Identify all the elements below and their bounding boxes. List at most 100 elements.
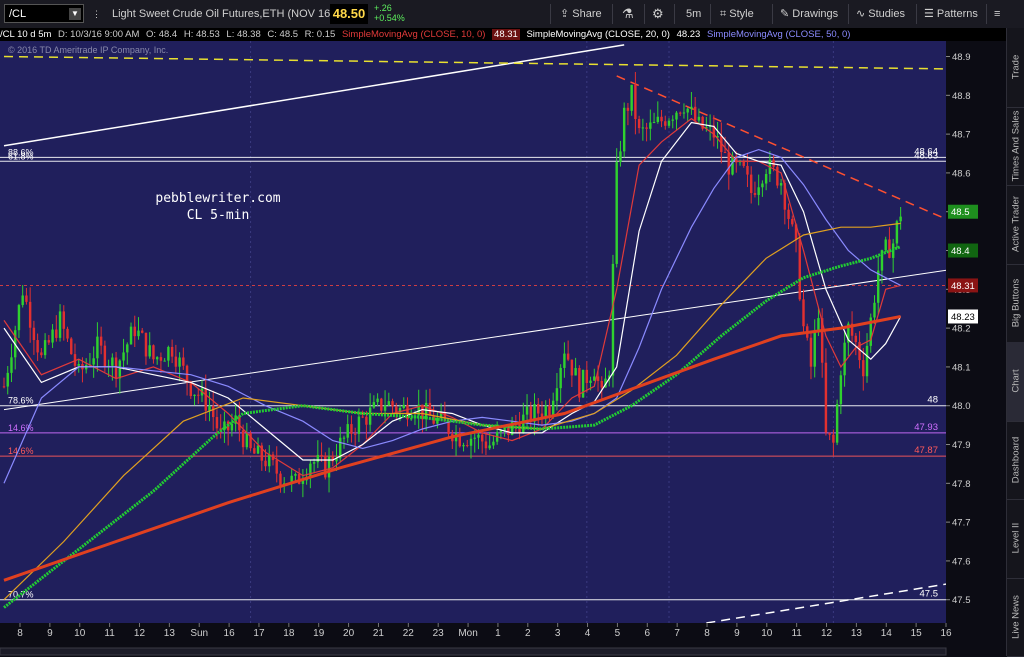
flask-icon[interactable]: ⚗ bbox=[622, 0, 634, 28]
candle-body bbox=[899, 217, 901, 222]
symbol-description: Light Sweet Crude Oil Futures,ETH (NOV 1… bbox=[112, 0, 334, 28]
gear-icon[interactable]: ⚙ bbox=[652, 0, 664, 28]
candle-body bbox=[346, 424, 348, 438]
candle-body bbox=[21, 295, 23, 305]
candle-body bbox=[825, 363, 827, 433]
candle-body bbox=[253, 448, 255, 453]
candle-body bbox=[743, 161, 745, 166]
candle-body bbox=[548, 406, 550, 416]
side-tab-big-buttons[interactable]: Big Buttons bbox=[1007, 264, 1024, 344]
candle-body bbox=[216, 417, 218, 428]
candle-body bbox=[761, 184, 763, 188]
drawings-button[interactable]: ✎ Drawings bbox=[780, 0, 838, 28]
candle-body bbox=[757, 187, 759, 195]
candle-body bbox=[175, 357, 177, 367]
time-axis-label: 1 bbox=[495, 628, 501, 639]
candle-body bbox=[309, 464, 311, 477]
candle-body bbox=[586, 370, 588, 383]
time-axis-label: 9 bbox=[734, 628, 740, 639]
side-tab-trade[interactable]: Trade bbox=[1007, 28, 1024, 108]
candle-body bbox=[134, 327, 136, 337]
candle-body bbox=[92, 358, 94, 364]
sma20-label[interactable]: SimpleMovingAvg (CLOSE, 20, 0) bbox=[526, 29, 669, 40]
style-icon: ⌗ bbox=[720, 8, 729, 20]
candle-body bbox=[343, 438, 345, 439]
studies-icon: ∿ bbox=[856, 8, 868, 20]
candle-body bbox=[537, 404, 539, 414]
candle-body bbox=[615, 162, 617, 264]
candle-body bbox=[799, 240, 801, 300]
candle-body bbox=[884, 239, 886, 250]
candle-body bbox=[231, 424, 233, 431]
time-axis-label: 13 bbox=[164, 628, 176, 639]
side-tab-times-and-sales[interactable]: Times And Sales bbox=[1007, 107, 1024, 187]
candle-body bbox=[485, 441, 487, 448]
candle-body bbox=[612, 264, 614, 376]
candle-body bbox=[18, 305, 20, 330]
style-button[interactable]: ⌗ Style bbox=[720, 0, 754, 28]
time-axis-label: 11 bbox=[104, 628, 115, 639]
candle-body bbox=[679, 113, 681, 114]
candle-body bbox=[130, 327, 132, 345]
candle-body bbox=[873, 303, 875, 318]
time-axis-label: 3 bbox=[555, 628, 561, 639]
sma50-label[interactable]: SimpleMovingAvg (CLOSE, 50, 0) bbox=[707, 29, 850, 40]
candle-body bbox=[653, 122, 655, 123]
candle-body bbox=[48, 340, 50, 342]
candle-body bbox=[350, 424, 352, 434]
candle-body bbox=[559, 368, 561, 388]
horizontal-scrollbar[interactable] bbox=[0, 648, 946, 655]
candle-body bbox=[477, 435, 479, 438]
candle-body bbox=[698, 117, 700, 121]
chevron-down-icon[interactable]: ▼ bbox=[69, 8, 81, 20]
side-tab-live-news[interactable]: Live News bbox=[1007, 578, 1024, 657]
candle-body bbox=[354, 434, 356, 435]
patterns-button[interactable]: ☰ Patterns bbox=[924, 0, 978, 28]
candle-body bbox=[728, 153, 730, 175]
sma10-label[interactable]: SimpleMovingAvg (CLOSE, 10, 0) bbox=[342, 29, 485, 40]
candle-body bbox=[545, 406, 547, 418]
side-tab-dashboard[interactable]: Dashboard bbox=[1007, 421, 1024, 501]
candle-body bbox=[44, 340, 46, 355]
candle-body bbox=[70, 339, 72, 355]
price-axis-label: 48.7 bbox=[952, 130, 971, 141]
time-axis-label: 17 bbox=[253, 628, 265, 639]
price-tag-label: 48.31 bbox=[951, 281, 975, 292]
time-axis-label: 10 bbox=[761, 628, 773, 639]
price-tag-label: 48.5 bbox=[951, 207, 970, 218]
timeframe-button[interactable]: 5m bbox=[686, 0, 701, 28]
share-button[interactable]: ⇪ Share bbox=[560, 0, 602, 28]
side-tab-active-trader[interactable]: Active Trader bbox=[1007, 185, 1024, 265]
candle-body bbox=[896, 221, 898, 243]
side-tab-bar: TradeTimes And SalesActive Trader Big But… bbox=[1006, 28, 1024, 656]
info-symbol: /CL 10 d 5m bbox=[0, 29, 51, 40]
candle-body bbox=[380, 399, 382, 411]
candle-body bbox=[552, 401, 554, 416]
level-right-label: 48 bbox=[927, 395, 938, 406]
price-chart[interactable]: © 2016 TD Ameritrade IP Company, Inc.88.… bbox=[0, 41, 1006, 656]
candle-body bbox=[481, 435, 483, 442]
annotation-text: CL 5-min bbox=[187, 208, 250, 223]
time-axis-label: 18 bbox=[283, 628, 295, 639]
time-axis-label: 6 bbox=[645, 628, 651, 639]
symbol-input[interactable]: /CL ▼ bbox=[4, 4, 84, 23]
time-axis-label: 12 bbox=[821, 628, 833, 639]
candle-body bbox=[51, 330, 53, 343]
candle-body bbox=[776, 167, 778, 186]
candle-body bbox=[668, 121, 670, 126]
time-axis-label: Sun bbox=[190, 628, 208, 639]
candle-body bbox=[369, 408, 371, 425]
candle-body bbox=[466, 445, 468, 446]
candle-body bbox=[694, 107, 696, 121]
candle-body bbox=[492, 442, 494, 446]
studies-button[interactable]: ∿ Studies bbox=[856, 0, 905, 28]
side-tab-level-ii[interactable]: Level II bbox=[1007, 499, 1024, 579]
menu-icon[interactable]: ≡ bbox=[994, 0, 1000, 28]
sma20-value: 48.23 bbox=[677, 29, 701, 40]
side-tab-label: Big Buttons bbox=[1011, 278, 1022, 327]
candle-body bbox=[197, 395, 199, 396]
side-tab-chart[interactable]: Chart bbox=[1007, 342, 1024, 422]
info-high: H: 48.53 bbox=[184, 29, 220, 40]
level-right-label: 47.5 bbox=[920, 589, 939, 600]
time-axis-label: 22 bbox=[403, 628, 415, 639]
